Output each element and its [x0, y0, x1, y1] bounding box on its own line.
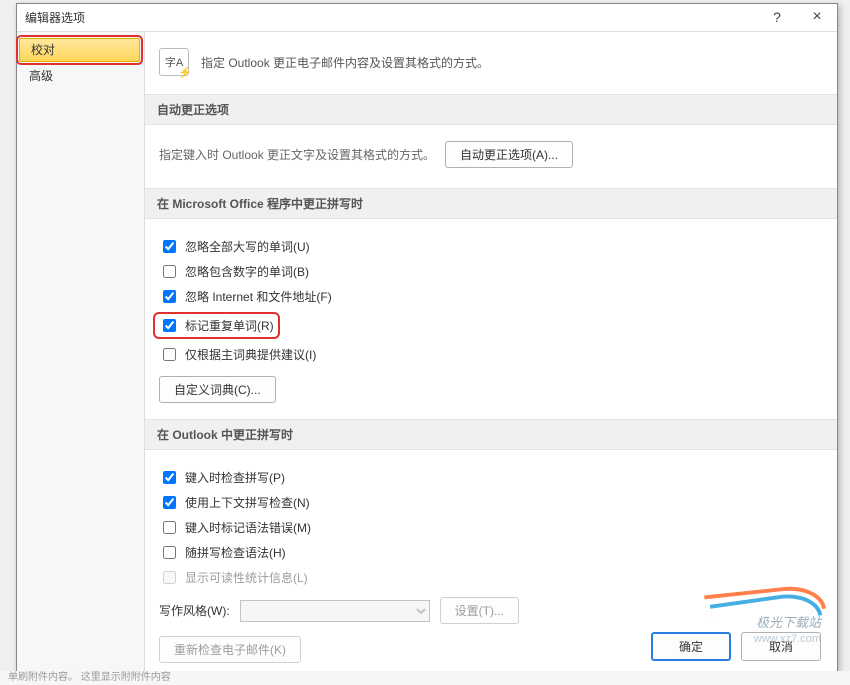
writing-style-label: 写作风格(W): — [159, 602, 230, 619]
titlebar: 编辑器选项 ? × — [17, 4, 837, 32]
checkbox-input[interactable] — [163, 319, 176, 332]
dialog-title: 编辑器选项 — [25, 4, 85, 32]
section-office-spelling-title: 在 Microsoft Office 程序中更正拼写时 — [145, 188, 837, 219]
close-button[interactable]: × — [797, 4, 837, 32]
checkbox-main-dictionary-only[interactable]: 仅根据主词典提供建议(I) — [159, 345, 823, 364]
cancel-button[interactable]: 取消 — [741, 632, 821, 661]
checkbox-input[interactable] — [163, 290, 176, 303]
checkbox-mark-grammar-typing[interactable]: 键入时标记语法错误(M) — [159, 518, 823, 537]
checkbox-check-spelling-typing[interactable]: 键入时检查拼写(P) — [159, 468, 823, 487]
section-autocorrect-title: 自动更正选项 — [145, 94, 837, 125]
checkbox-input[interactable] — [163, 521, 176, 534]
checkbox-input[interactable] — [163, 546, 176, 559]
checkbox-ignore-numbers[interactable]: 忽略包含数字的单词(B) — [159, 262, 823, 281]
sidebar: 校对 高级 — [17, 32, 145, 671]
writing-style-settings-button: 设置(T)... — [440, 597, 519, 624]
checkbox-ignore-internet[interactable]: 忽略 Internet 和文件地址(F) — [159, 287, 823, 306]
intro-text: 指定 Outlook 更正电子邮件内容及设置其格式的方式。 — [201, 54, 489, 71]
checkbox-input[interactable] — [163, 240, 176, 253]
content-pane: 字A 指定 Outlook 更正电子邮件内容及设置其格式的方式。 自动更正选项 … — [145, 32, 837, 671]
ok-button[interactable]: 确定 — [651, 632, 731, 661]
editor-options-dialog: 编辑器选项 ? × 校对 高级 字A 指定 Outlook 更正电子邮件内容及设… — [16, 3, 838, 672]
checkbox-readability-stats: 显示可读性统计信息(L) — [159, 568, 823, 587]
checkbox-input[interactable] — [163, 496, 176, 509]
checkbox-check-grammar-with-spelling[interactable]: 随拼写检查语法(H) — [159, 543, 823, 562]
section-outlook-spelling-title: 在 Outlook 中更正拼写时 — [145, 419, 837, 450]
checkbox-ignore-uppercase[interactable]: 忽略全部大写的单词(U) — [159, 237, 823, 256]
checkbox-input — [163, 571, 176, 584]
checkbox-input[interactable] — [163, 471, 176, 484]
help-button[interactable]: ? — [757, 4, 797, 32]
checkbox-flag-repeated-words[interactable]: 标记重复单词(R) — [159, 316, 274, 335]
sidebar-item-label: 高级 — [29, 69, 53, 83]
checkbox-contextual-spelling[interactable]: 使用上下文拼写检查(N) — [159, 493, 823, 512]
writing-style-select — [240, 600, 430, 622]
checkbox-input[interactable] — [163, 348, 176, 361]
intro-row: 字A 指定 Outlook 更正电子邮件内容及设置其格式的方式。 — [145, 32, 837, 94]
sidebar-item-label: 校对 — [31, 43, 55, 57]
autocorrect-options-button[interactable]: 自动更正选项(A)... — [445, 141, 573, 168]
dialog-footer: 确定 取消 — [651, 632, 821, 661]
recheck-email-button: 重新检查电子邮件(K) — [159, 636, 301, 663]
background-statusbar: 单刷附件内容。 这里显示附附件内容 — [0, 671, 850, 685]
custom-dictionaries-button[interactable]: 自定义词典(C)... — [159, 376, 276, 403]
autocorrect-hint: 指定键入时 Outlook 更正文字及设置其格式的方式。 — [159, 146, 435, 163]
proofing-icon: 字A — [159, 48, 189, 76]
sidebar-item-proofing[interactable]: 校对 — [19, 38, 140, 62]
sidebar-item-advanced[interactable]: 高级 — [17, 64, 144, 88]
checkbox-input[interactable] — [163, 265, 176, 278]
